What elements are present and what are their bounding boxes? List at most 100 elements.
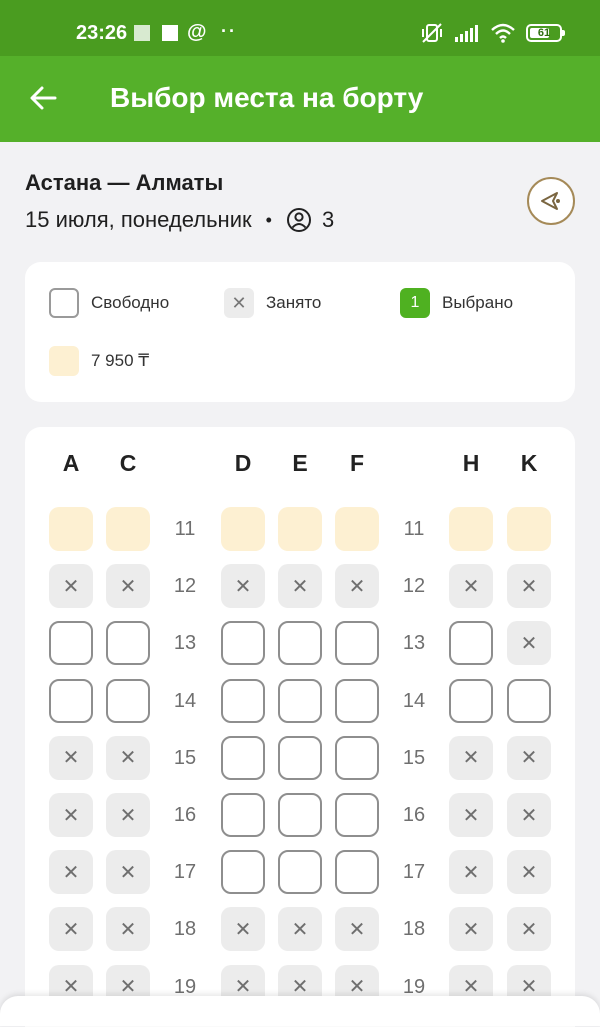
legend-occupied: ✕ Занято (224, 288, 321, 318)
status-more-icon: ·· (221, 21, 237, 41)
status-at-icon: @ (187, 21, 207, 43)
row-number: 17 (173, 861, 197, 884)
seat-14a[interactable] (49, 678, 93, 723)
legend-selected-badge: 1 (410, 294, 420, 311)
seat-15c: ✕ (106, 735, 150, 780)
cross-icon: ✕ (520, 632, 538, 655)
seat-13e[interactable] (278, 621, 322, 666)
seat-18h: ✕ (449, 907, 493, 952)
page-title: Выбор места на борту (110, 82, 424, 113)
cross-icon: ✕ (462, 747, 480, 770)
seat-17a: ✕ (49, 850, 93, 895)
row-number: 13 (402, 632, 426, 655)
seat-16d[interactable] (221, 793, 265, 837)
seat-16f[interactable] (335, 793, 379, 837)
seat-14e[interactable] (278, 678, 322, 723)
cross-icon: ✕ (119, 861, 137, 884)
cross-icon: ✕ (231, 292, 247, 313)
cross-icon: ✕ (520, 575, 538, 598)
column-header-c: C (119, 450, 137, 476)
cross-icon: ✕ (234, 918, 252, 941)
seat-11e[interactable] (278, 507, 322, 551)
cross-icon: ✕ (234, 575, 252, 598)
cross-icon: ✕ (119, 575, 137, 598)
cross-icon: ✕ (62, 804, 80, 827)
seat-11c[interactable] (106, 507, 150, 551)
seat-14d[interactable] (221, 678, 265, 723)
legend-occupied-swatch: ✕ (224, 288, 254, 318)
seat-11f[interactable] (335, 507, 379, 551)
seat-17c: ✕ (106, 850, 150, 895)
app-bar: Выбор места на борту (0, 56, 600, 142)
row-number: 15 (173, 746, 197, 769)
cross-icon: ✕ (520, 861, 538, 884)
seat-13f[interactable] (335, 621, 379, 666)
legend-occupied-label: Занято (266, 293, 322, 312)
vibrate-off-icon (422, 23, 442, 43)
cross-icon: ✕ (520, 918, 538, 941)
seat-18d: ✕ (221, 907, 265, 952)
cross-icon: ✕ (462, 575, 480, 598)
seat-15k: ✕ (507, 735, 551, 780)
seat-13a[interactable] (49, 621, 93, 666)
trip-date: 15 июля, понедельник (25, 207, 252, 232)
cross-icon: ✕ (462, 918, 480, 941)
bottom-sheet[interactable] (0, 996, 600, 1026)
seat-15f[interactable] (335, 735, 379, 780)
seat-17f[interactable] (335, 850, 379, 895)
seat-18a: ✕ (49, 907, 93, 952)
seat-16k: ✕ (507, 793, 551, 837)
row-number: 14 (173, 689, 197, 712)
seat-17d[interactable] (221, 850, 265, 895)
seat-14k[interactable] (507, 678, 551, 723)
column-header-f: F (349, 450, 365, 476)
cross-icon: ✕ (62, 861, 80, 884)
cross-icon: ✕ (119, 804, 137, 827)
share-button[interactable] (527, 177, 575, 225)
seat-16c: ✕ (106, 793, 150, 837)
row-number: 18 (173, 918, 197, 941)
seat-16e[interactable] (278, 793, 322, 837)
status-bar: 23:26 @ ·· 61 (0, 0, 600, 56)
seat-12a: ✕ (49, 564, 93, 609)
seat-11k[interactable] (507, 507, 551, 551)
cross-icon: ✕ (119, 918, 137, 941)
cross-icon: ✕ (348, 918, 366, 941)
passenger-count: 3 (321, 207, 335, 232)
seat-11a[interactable] (49, 507, 93, 551)
back-arrow-icon[interactable] (28, 83, 58, 113)
seat-18f: ✕ (335, 907, 379, 952)
status-right-icons: 61 (420, 22, 565, 44)
seat-14h[interactable] (449, 678, 493, 723)
seat-14f[interactable] (335, 678, 379, 723)
seat-11d[interactable] (221, 507, 265, 551)
legend-free-swatch (49, 288, 79, 318)
cross-icon: ✕ (291, 918, 309, 941)
seat-13h[interactable] (449, 621, 493, 666)
notification-image-icon (134, 25, 150, 41)
seat-12h: ✕ (449, 564, 493, 609)
row-number: 12 (402, 575, 426, 598)
row-number: 16 (402, 804, 426, 826)
seat-17e[interactable] (278, 850, 322, 895)
seat-15d[interactable] (221, 735, 265, 780)
seat-13d[interactable] (221, 621, 265, 666)
seat-map: A C D E F H K 11 11 ✕ ✕ ✕ ✕ ✕ ✕ ✕ 12 12 ✕ 13 13 14 14 ✕ ✕ ✕ ✕ 15 15 ✕… (25, 427, 575, 1027)
column-header-d: D (234, 450, 252, 476)
seat-14c[interactable] (106, 678, 150, 723)
row-number: 17 (402, 861, 426, 884)
row-number: 11 (174, 518, 196, 540)
row-number: 13 (173, 632, 197, 655)
seat-12c: ✕ (106, 564, 150, 609)
legend-selected-label: Выбрано (442, 293, 514, 312)
seat-11h[interactable] (449, 507, 493, 551)
legend-card: Свободно ✕ Занято 1 Выбрано 7 950 ₸ (25, 262, 575, 402)
seat-13c[interactable] (106, 621, 150, 666)
seat-17h: ✕ (449, 850, 493, 895)
wifi-icon (491, 23, 515, 43)
seat-15e[interactable] (278, 735, 322, 780)
seat-18e: ✕ (278, 907, 322, 952)
seat-12e: ✕ (278, 564, 322, 609)
legend-free: Свободно (49, 288, 169, 318)
cross-icon: ✕ (291, 575, 309, 598)
